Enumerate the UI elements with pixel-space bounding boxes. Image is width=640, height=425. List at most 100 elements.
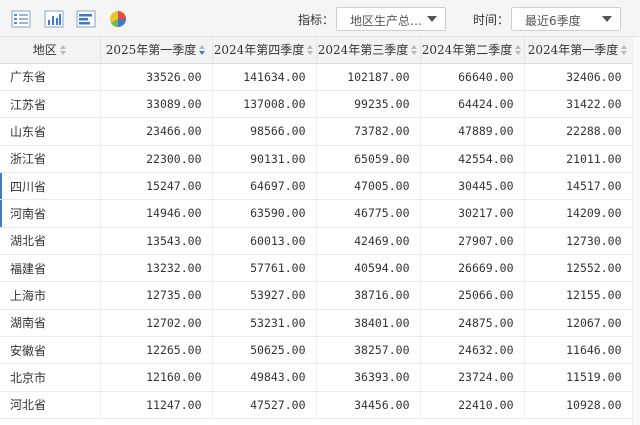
value-cell: 98566.00 (212, 117, 317, 146)
indicator-value: 地区生产总… (350, 14, 423, 28)
time-label: 时间： (473, 13, 510, 27)
table-body: 广东省 33526.00 141634.00 102187.00 66640.00 324… (0, 63, 633, 419)
value-cell: 65059.00 (316, 145, 421, 173)
value-cell: 64424.00 (420, 90, 525, 119)
value-cell: 102187.00 (316, 63, 421, 91)
chevron-down-icon (602, 16, 612, 22)
table-row[interactable]: 四川省 15247.00 64697.00 47005.00 30445.00 14517… (0, 172, 633, 201)
value-cell: 21011.00 (524, 145, 633, 173)
time-select[interactable]: 最近6季度 (511, 7, 621, 31)
sort-icon (307, 45, 314, 56)
value-cell: 33526.00 (100, 63, 213, 91)
table-row[interactable]: 河北省 11247.00 47527.00 34456.00 22410.00 10928… (0, 391, 633, 419)
value-cell: 11646.00 (524, 336, 633, 365)
sort-icon (59, 45, 67, 56)
value-cell: 73782.00 (316, 117, 421, 146)
table-row[interactable]: 福建省 13232.00 57761.00 40594.00 26669.00 12552… (0, 254, 633, 283)
region-cell[interactable]: 四川省 (0, 172, 101, 201)
value-cell: 42554.00 (420, 145, 525, 173)
value-cell: 14946.00 (100, 199, 213, 228)
value-cell: 14209.00 (524, 199, 633, 228)
value-cell: 141634.00 (212, 63, 317, 91)
value-cell: 34456.00 (316, 391, 421, 419)
region-cell[interactable]: 山东省 (0, 117, 101, 146)
value-cell: 12552.00 (524, 254, 633, 283)
toolbar: 指标： 地区生产总… 时间： 最近6季度 (0, 0, 640, 37)
value-cell: 27907.00 (420, 227, 525, 255)
value-cell: 10928.00 (524, 391, 633, 419)
indicator-select[interactable]: 地区生产总… (336, 7, 446, 31)
region-cell[interactable]: 广东省 (0, 63, 101, 91)
sort-icon (411, 45, 418, 56)
time-value: 最近6季度 (525, 14, 581, 28)
value-cell: 23724.00 (420, 363, 525, 392)
value-cell: 32406.00 (524, 63, 633, 91)
region-cell[interactable]: 安徽省 (0, 336, 101, 365)
region-cell[interactable]: 浙江省 (0, 145, 101, 173)
table-row[interactable]: 北京市 12160.00 49843.00 36393.00 23724.00 11519… (0, 363, 633, 392)
header-row: 地区 2025年第一季度 2024年第四季度 2024年第三季度 2024年第二… (0, 37, 633, 64)
value-cell: 47889.00 (420, 117, 525, 146)
value-cell: 99235.00 (316, 90, 421, 119)
value-cell: 38401.00 (316, 309, 421, 337)
pie-chart-icon[interactable] (108, 9, 128, 29)
vertical-scrollbar[interactable] (632, 37, 640, 425)
value-cell: 63590.00 (212, 199, 317, 228)
value-cell: 42469.00 (316, 227, 421, 255)
value-cell: 38716.00 (316, 281, 421, 310)
value-cell: 30445.00 (420, 172, 525, 201)
value-cell: 53927.00 (212, 281, 317, 310)
table-row[interactable]: 江苏省 33089.00 137008.00 99235.00 64424.00 3142… (0, 90, 633, 119)
column-header-region[interactable]: 地区 (0, 37, 101, 64)
value-cell: 47527.00 (212, 391, 317, 419)
horizontal-bar-chart-icon[interactable] (76, 9, 96, 29)
column-header-2025q1[interactable]: 2025年第一季度 (100, 37, 213, 64)
value-cell: 12155.00 (524, 281, 633, 310)
chevron-down-icon (427, 16, 437, 22)
value-cell: 11247.00 (100, 391, 213, 419)
value-cell: 15247.00 (100, 172, 213, 201)
value-cell: 25066.00 (420, 281, 525, 310)
region-cell[interactable]: 湖南省 (0, 309, 101, 337)
value-cell: 50625.00 (212, 336, 317, 365)
table-row[interactable]: 浙江省 22300.00 90131.00 65059.00 42554.00 21011… (0, 145, 633, 173)
table-row[interactable]: 广东省 33526.00 141634.00 102187.00 66640.00 324… (0, 63, 633, 91)
region-cell[interactable]: 上海市 (0, 281, 101, 310)
value-cell: 12730.00 (524, 227, 633, 255)
table-row[interactable]: 山东省 23466.00 98566.00 73782.00 47889.00 22288… (0, 117, 633, 146)
value-cell: 57761.00 (212, 254, 317, 283)
region-cell[interactable]: 河北省 (0, 391, 101, 419)
table-row[interactable]: 湖北省 13543.00 60013.00 42469.00 27907.00 12730… (0, 227, 633, 255)
region-cell[interactable]: 河南省 (0, 199, 101, 228)
value-cell: 49843.00 (212, 363, 317, 392)
bar-chart-icon[interactable] (44, 9, 64, 29)
value-cell: 23466.00 (100, 117, 213, 146)
table-row[interactable]: 安徽省 12265.00 50625.00 38257.00 24632.00 11646… (0, 336, 633, 365)
table-row[interactable]: 河南省 14946.00 63590.00 46775.00 30217.00 14209… (0, 199, 633, 228)
table-icon[interactable] (11, 9, 31, 29)
region-cell[interactable]: 福建省 (0, 254, 101, 283)
column-header-2024q4[interactable]: 2024年第四季度 (212, 37, 317, 64)
value-cell: 24632.00 (420, 336, 525, 365)
table-row[interactable]: 湖南省 12702.00 53231.00 38401.00 24875.00 12067… (0, 309, 633, 337)
value-cell: 12265.00 (100, 336, 213, 365)
value-cell: 13232.00 (100, 254, 213, 283)
column-header-2024q2[interactable]: 2024年第二季度 (420, 37, 525, 64)
value-cell: 33089.00 (100, 90, 213, 119)
column-header-2024q1[interactable]: 2024年第一季度 (524, 37, 633, 64)
value-cell: 40594.00 (316, 254, 421, 283)
value-cell: 12160.00 (100, 363, 213, 392)
region-cell[interactable]: 湖北省 (0, 227, 101, 255)
region-cell[interactable]: 北京市 (0, 363, 101, 392)
value-cell: 31422.00 (524, 90, 633, 119)
value-cell: 60013.00 (212, 227, 317, 255)
value-cell: 12702.00 (100, 309, 213, 337)
value-cell: 26669.00 (420, 254, 525, 283)
column-header-2024q3[interactable]: 2024年第三季度 (316, 37, 421, 64)
region-cell[interactable]: 江苏省 (0, 90, 101, 119)
value-cell: 53231.00 (212, 309, 317, 337)
table-row[interactable]: 上海市 12735.00 53927.00 38716.00 25066.00 12155… (0, 281, 633, 310)
value-cell: 64697.00 (212, 172, 317, 201)
value-cell: 22288.00 (524, 117, 633, 146)
value-cell: 36393.00 (316, 363, 421, 392)
